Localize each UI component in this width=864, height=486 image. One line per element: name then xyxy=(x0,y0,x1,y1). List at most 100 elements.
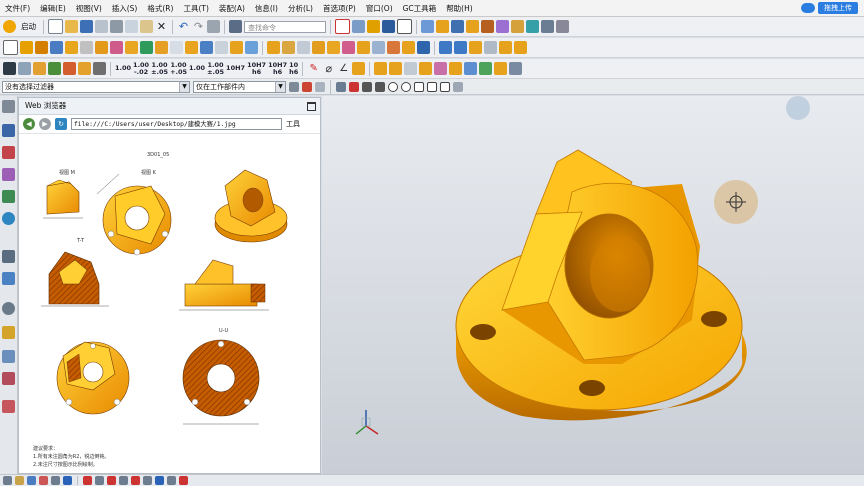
cylinder-icon[interactable] xyxy=(65,41,78,54)
start-icon[interactable] xyxy=(3,20,16,33)
point-on-curve-snap-icon[interactable] xyxy=(427,81,437,92)
save-icon[interactable] xyxy=(80,20,93,33)
view-layout-icon[interactable] xyxy=(18,62,31,75)
contour-flange-icon[interactable] xyxy=(434,62,448,75)
palette-icon[interactable] xyxy=(2,400,15,413)
fit-style-4[interactable]: 10 h6 xyxy=(289,61,298,76)
undo-icon[interactable]: ↶ xyxy=(177,20,190,33)
mirror-curve-icon[interactable] xyxy=(131,476,140,485)
reuse-library-icon[interactable] xyxy=(2,168,15,181)
midpoint-snap-icon[interactable] xyxy=(362,81,372,92)
edge-blend-icon[interactable] xyxy=(267,41,280,54)
fillet-tool-icon[interactable] xyxy=(63,476,72,485)
system-scenes-icon[interactable] xyxy=(2,372,15,385)
section-view-icon[interactable] xyxy=(481,20,494,33)
snap-icon[interactable] xyxy=(336,81,346,92)
copy-icon[interactable] xyxy=(125,20,138,33)
drafting-view-icon[interactable] xyxy=(33,62,46,75)
mirror-icon[interactable] xyxy=(372,41,385,54)
hd3d-tools-icon[interactable] xyxy=(2,190,15,203)
manufacturing-wizards-icon[interactable] xyxy=(2,326,15,339)
redo-icon[interactable]: ↷ xyxy=(192,20,205,33)
top-view-icon[interactable] xyxy=(466,20,479,33)
menu-gc-toolbox[interactable]: GC工具箱 xyxy=(398,3,442,14)
project-curve-icon[interactable] xyxy=(167,476,176,485)
repeat-command-icon[interactable] xyxy=(207,20,220,33)
open-folder-icon[interactable] xyxy=(65,20,78,33)
subtract-icon[interactable] xyxy=(215,41,228,54)
refresh-icon[interactable]: ↻ xyxy=(55,118,67,130)
shell-icon[interactable] xyxy=(245,41,258,54)
layer-icon[interactable] xyxy=(496,20,509,33)
cone-icon[interactable] xyxy=(80,41,93,54)
fit-style-3[interactable]: 10H7 h6 xyxy=(268,61,287,76)
system-materials-icon[interactable] xyxy=(2,272,15,285)
back-icon[interactable]: ◀ xyxy=(23,118,35,130)
pattern-curve-icon[interactable] xyxy=(155,476,164,485)
jog-icon[interactable] xyxy=(449,62,463,75)
intersection-snap-icon[interactable] xyxy=(440,81,450,92)
tolerance-style-6[interactable]: 1.00 ±.05 xyxy=(207,61,224,76)
menu-analysis[interactable]: 分析(L) xyxy=(283,3,318,14)
chamfer-icon[interactable] xyxy=(282,41,295,54)
edit-dimension-icon[interactable]: ✎ xyxy=(307,62,320,75)
part-model[interactable] xyxy=(322,96,864,474)
menu-help[interactable]: 帮助(H) xyxy=(441,3,478,14)
menu-format[interactable]: 格式(R) xyxy=(142,3,178,14)
isometric-icon[interactable] xyxy=(436,20,449,33)
groove-icon[interactable] xyxy=(185,41,198,54)
cut-icon[interactable] xyxy=(110,20,123,33)
show-hide-icon[interactable] xyxy=(511,20,524,33)
constraint-icon[interactable] xyxy=(83,476,92,485)
new-file-icon[interactable] xyxy=(48,19,63,34)
export-flat-icon[interactable] xyxy=(509,62,523,75)
select-box-icon[interactable] xyxy=(335,19,350,34)
menu-view[interactable]: 视图(V) xyxy=(71,3,107,14)
measure-icon[interactable] xyxy=(541,20,554,33)
block-icon[interactable] xyxy=(50,41,63,54)
settings-icon[interactable] xyxy=(2,100,15,113)
sync-modeling-icon[interactable] xyxy=(439,41,452,54)
roles-icon[interactable] xyxy=(2,350,15,363)
csys-icon[interactable] xyxy=(3,62,16,75)
quadrant-snap-icon[interactable] xyxy=(401,81,411,92)
tolerance-style-4[interactable]: 1.00 +.05 xyxy=(170,61,187,76)
delete-icon[interactable]: ✕ xyxy=(155,20,168,33)
sketch-tool-icon[interactable] xyxy=(3,476,12,485)
endpoint-snap-icon[interactable] xyxy=(349,81,359,92)
diameter-icon[interactable]: ⌀ xyxy=(322,62,335,75)
select-all-icon[interactable] xyxy=(302,81,312,92)
start-button[interactable]: 启动 xyxy=(18,21,39,32)
menu-file[interactable]: 文件(F) xyxy=(0,3,35,14)
toolbar-options-icon[interactable] xyxy=(556,20,569,33)
shaded-view-icon[interactable] xyxy=(367,20,380,33)
snap-options-icon[interactable] xyxy=(453,81,463,92)
pocket-icon[interactable] xyxy=(140,41,153,54)
menu-edit[interactable]: 编辑(E) xyxy=(35,3,71,14)
extrude-icon[interactable] xyxy=(20,41,33,54)
orient-view-icon[interactable] xyxy=(421,20,434,33)
control-point-snap-icon[interactable] xyxy=(375,81,385,92)
existing-point-snap-icon[interactable] xyxy=(414,81,424,92)
graphics-window[interactable] xyxy=(322,96,864,474)
fit-style-1[interactable]: 10H7 xyxy=(226,65,245,72)
split-body-icon[interactable] xyxy=(342,41,355,54)
angle-icon[interactable]: ∠ xyxy=(337,62,350,75)
filter-icon[interactable] xyxy=(289,81,299,92)
type-filter-select[interactable]: 没有选择过滤器 ▼ xyxy=(2,80,190,93)
profile-icon[interactable] xyxy=(15,476,24,485)
trim-body-icon[interactable] xyxy=(327,41,340,54)
command-finder-icon[interactable] xyxy=(229,20,242,33)
deselect-icon[interactable] xyxy=(315,81,325,92)
history-icon[interactable] xyxy=(2,250,15,263)
trim-tool-icon[interactable] xyxy=(107,476,116,485)
detail-view-icon[interactable] xyxy=(93,62,106,75)
sphere-icon[interactable] xyxy=(95,41,108,54)
extend-tool-icon[interactable] xyxy=(119,476,128,485)
address-bar[interactable]: file:///C:/Users/user/Desktop/建模大赛/1.jpg xyxy=(71,118,282,130)
unbend-icon[interactable] xyxy=(419,62,433,75)
thread-icon[interactable] xyxy=(387,41,400,54)
fit-style-2[interactable]: 10H7 h6 xyxy=(247,61,266,76)
menu-preferences[interactable]: 首选项(P) xyxy=(318,3,361,14)
intersect-icon[interactable] xyxy=(230,41,243,54)
